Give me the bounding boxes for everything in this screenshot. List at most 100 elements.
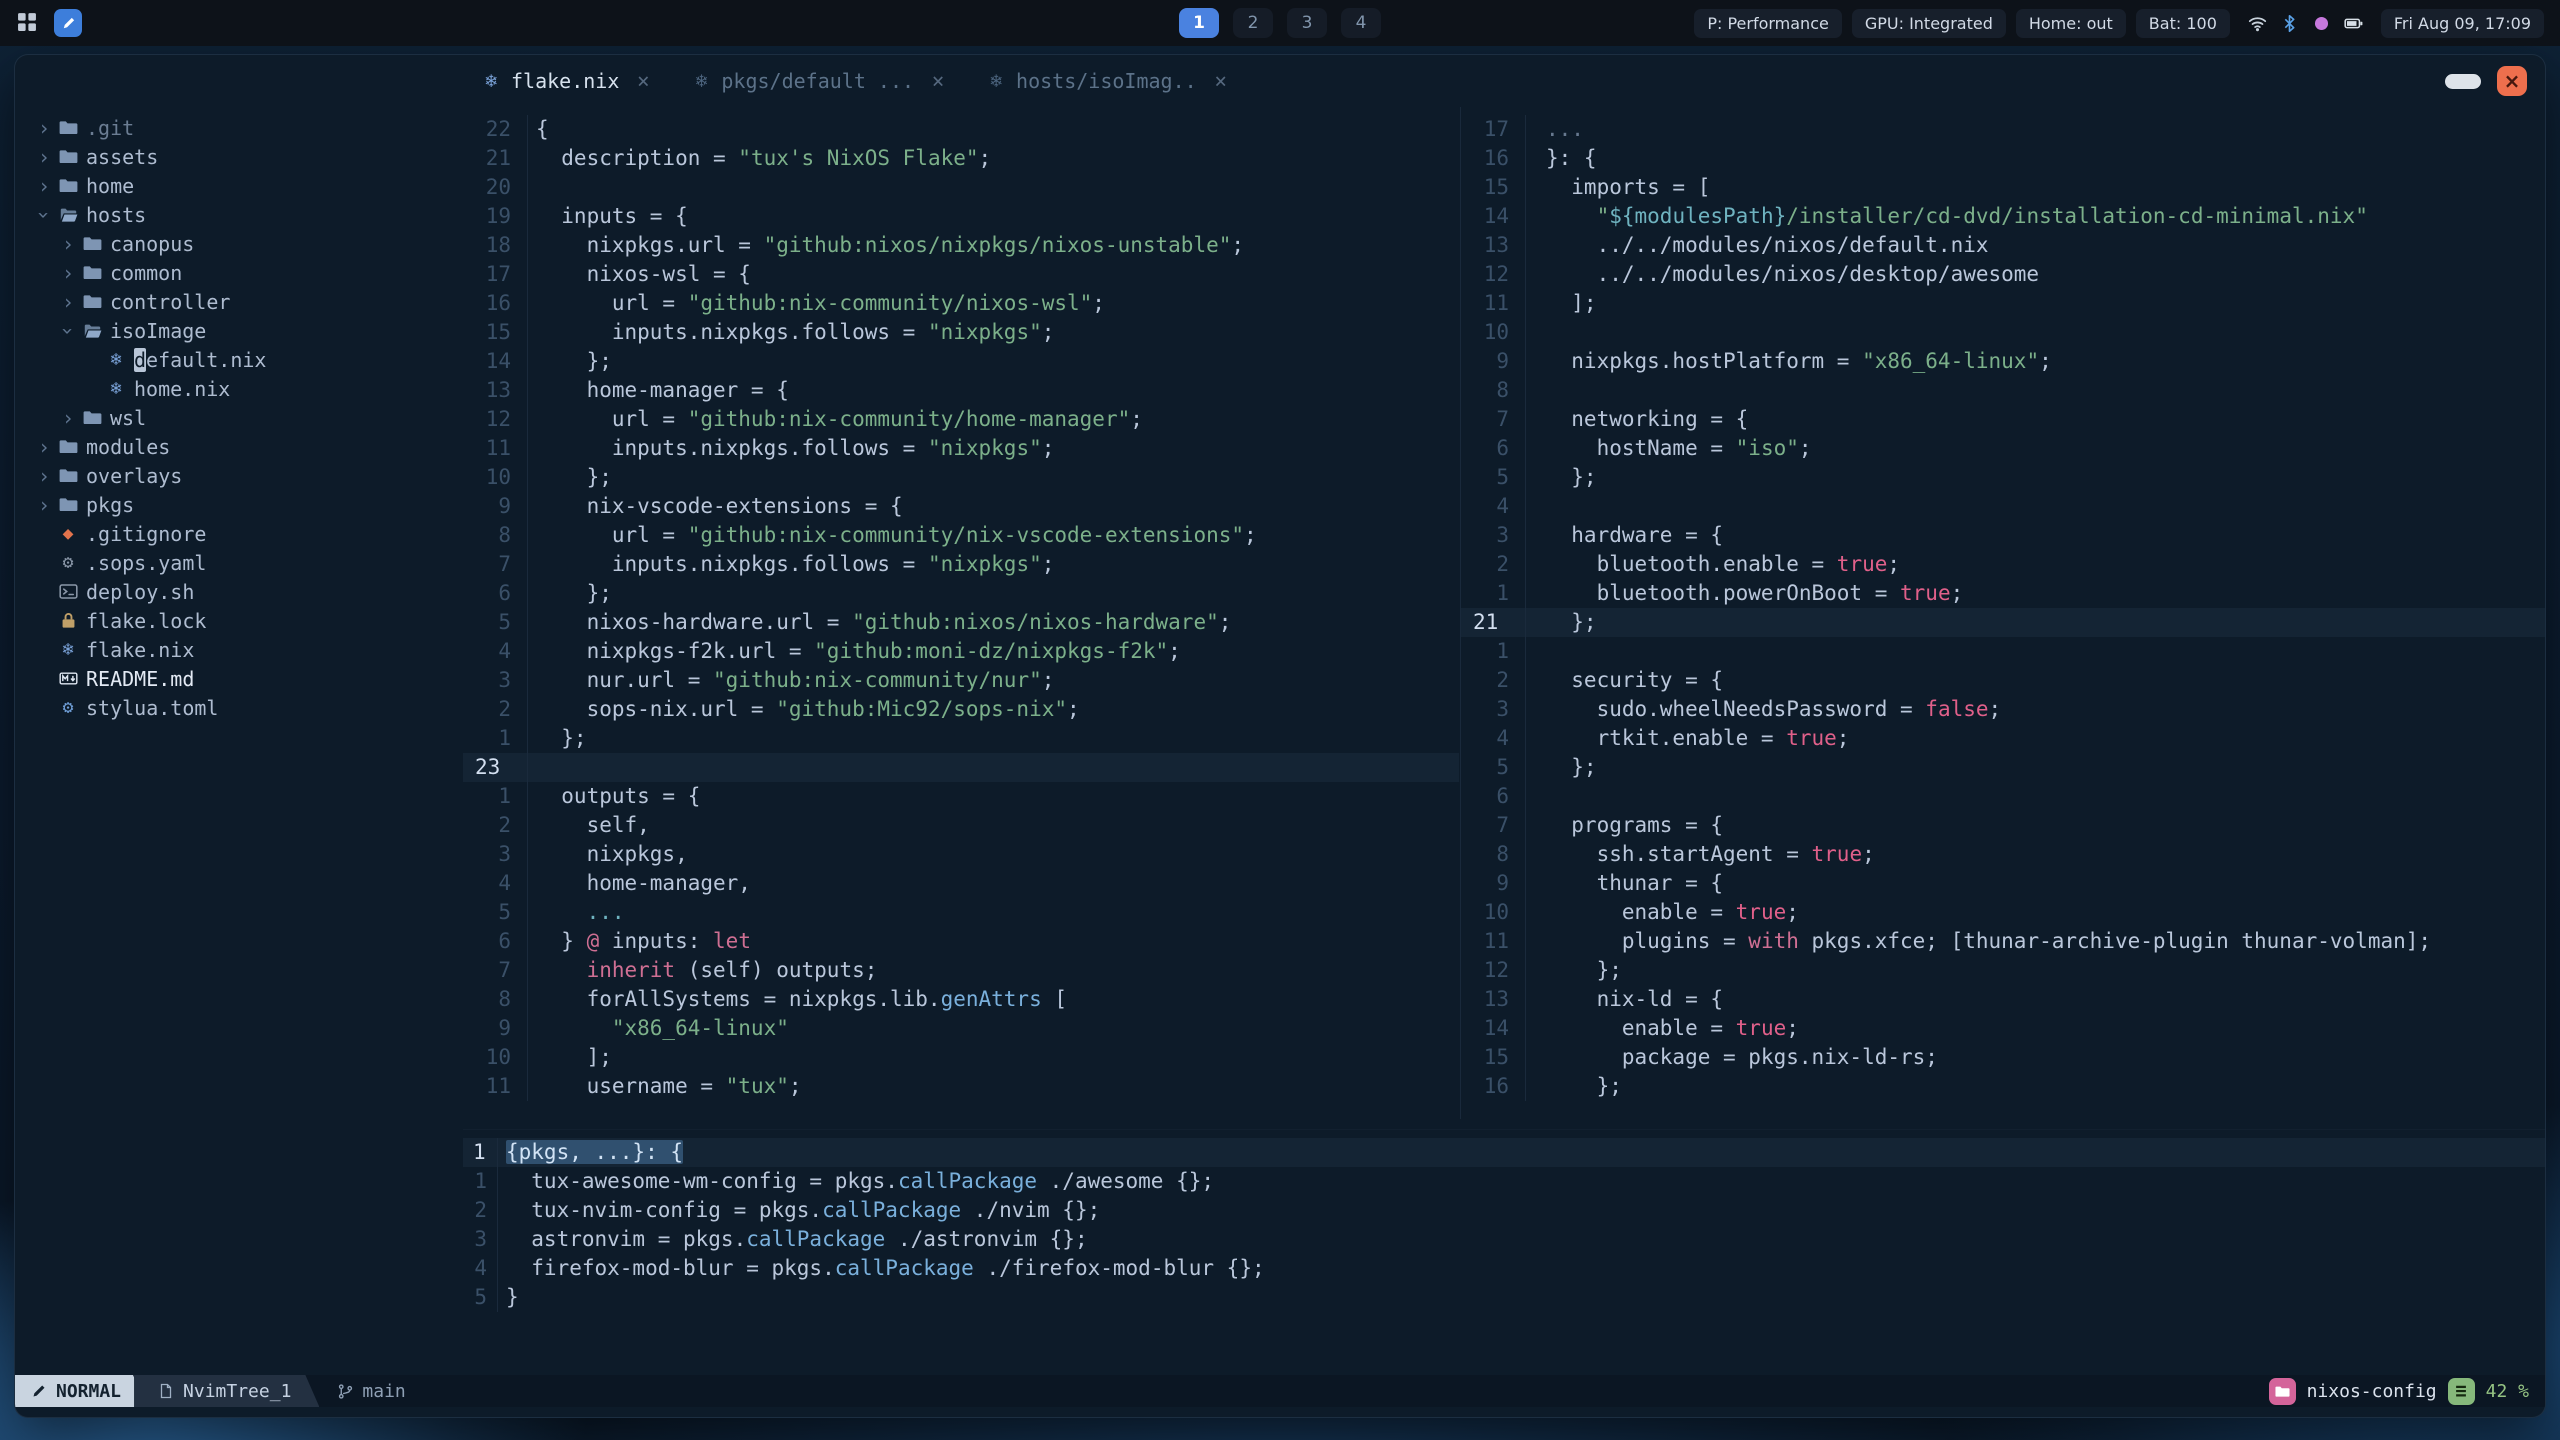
code-line[interactable]: 1 [1461, 637, 2545, 666]
tab-close-icon[interactable]: × [930, 70, 946, 92]
code-line[interactable]: 3 sudo.wheelNeedsPassword = false; [1461, 695, 2545, 724]
code-line[interactable]: 14 enable = true; [1461, 1014, 2545, 1043]
code-line[interactable]: 2 self, [463, 811, 1459, 840]
code-line[interactable]: 14 "${modulesPath}/installer/cd-dvd/inst… [1461, 202, 2545, 231]
tree-item-home-nix[interactable]: ❄ home.nix [15, 374, 463, 403]
tree-item-modules[interactable]: › modules [15, 432, 463, 461]
code-line[interactable]: 10 [1461, 318, 2545, 347]
code-line[interactable]: 15 imports = [ [1461, 173, 2545, 202]
code-line[interactable]: 11 plugins = with pkgs.xfce; [thunar-arc… [1461, 927, 2545, 956]
code-line[interactable]: 3 astronvim = pkgs.callPackage ./astronv… [463, 1225, 2545, 1254]
code-line[interactable]: 1 }; [463, 724, 1459, 753]
code-line[interactable]: 7 inherit (self) outputs; [463, 956, 1459, 985]
clock[interactable]: Fri Aug 09, 17:09 [2380, 8, 2544, 38]
tree-item-wsl[interactable]: › wsl [15, 403, 463, 432]
notes-app-button[interactable] [54, 9, 82, 37]
code-line[interactable]: 19 inputs = { [463, 202, 1459, 231]
code-line[interactable]: 11 ]; [1461, 289, 2545, 318]
code-line[interactable]: 4 firefox-mod-blur = pkgs.callPackage ./… [463, 1254, 2545, 1283]
workspace-button-4[interactable]: 4 [1341, 8, 1381, 38]
code-line[interactable]: 21 description = "tux's NixOS Flake"; [463, 144, 1459, 173]
tree-item-git[interactable]: › .git [15, 113, 463, 142]
tree-item-canopus[interactable]: › canopus [15, 229, 463, 258]
code-line[interactable]: 10 ]; [463, 1043, 1459, 1072]
code-line[interactable]: 3 hardware = { [1461, 521, 2545, 550]
code-line[interactable]: 2 bluetooth.enable = true; [1461, 550, 2545, 579]
code-line[interactable]: 9 nixpkgs.hostPlatform = "x86_64-linux"; [1461, 347, 2545, 376]
code-line[interactable]: 13 home-manager = { [463, 376, 1459, 405]
tab-hosts-isoimag[interactable]: ❄ hosts/isoImag.. × [968, 55, 1247, 107]
tree-item-flake-lock[interactable]: flake.lock [15, 606, 463, 635]
tree-item-default-nix[interactable]: ❄ default.nix [15, 345, 463, 374]
code-line[interactable]: 15 inputs.nixpkgs.follows = "nixpkgs"; [463, 318, 1459, 347]
tab-pkgs-default[interactable]: ❄ pkgs/default ... × [673, 55, 964, 107]
bluetooth-icon[interactable] [2280, 14, 2299, 33]
code-line[interactable]: 17... [1461, 115, 2545, 144]
code-line[interactable]: 6 hostName = "iso"; [1461, 434, 2545, 463]
pane-default[interactable]: 17... 16}: {15 imports = [14 "${modulesPa… [1460, 107, 2545, 1119]
code-line[interactable]: 23 [463, 753, 1459, 782]
code-line[interactable]: 4 nixpkgs-f2k.url = "github:moni-dz/nixp… [463, 637, 1459, 666]
battery-icon[interactable] [2344, 14, 2363, 33]
tree-item-pkgs[interactable]: › pkgs [15, 490, 463, 519]
gpu-module[interactable]: GPU: Integrated [1851, 8, 2006, 38]
pane-flake[interactable]: 22{21 description = "tux's NixOS Flake";… [463, 107, 1459, 1119]
file-tree[interactable]: › .git › assets › home › hosts › canopus › common › c… [15, 107, 463, 1365]
workspace-button-2[interactable]: 2 [1233, 8, 1273, 38]
code-line[interactable]: 4 [1461, 492, 2545, 521]
code-line[interactable]: 1 tux-awesome-wm-config = pkgs.callPacka… [463, 1167, 2545, 1196]
code-line[interactable]: 10 enable = true; [1461, 898, 2545, 927]
code-line[interactable]: 22 { [463, 115, 1459, 144]
code-line[interactable]: 16 }; [1461, 1072, 2545, 1101]
code-line[interactable]: 2 tux-nvim-config = pkgs.callPackage ./n… [463, 1196, 2545, 1225]
code-line[interactable]: 8 forAllSystems = nixpkgs.lib.genAttrs [ [463, 985, 1459, 1014]
code-line[interactable]: 16 url = "github:nix-community/nixos-wsl… [463, 289, 1459, 318]
tree-item-home[interactable]: › home [15, 171, 463, 200]
tree-item-sops-yaml[interactable]: ⚙ .sops.yaml [15, 548, 463, 577]
code-line[interactable]: 9 nix-vscode-extensions = { [463, 492, 1459, 521]
tree-item-common[interactable]: › common [15, 258, 463, 287]
indicator-icon[interactable] [2312, 14, 2331, 33]
code-line[interactable]: 7 inputs.nixpkgs.follows = "nixpkgs"; [463, 550, 1459, 579]
code-line[interactable]: 8 url = "github:nix-community/nix-vscode… [463, 521, 1459, 550]
workspace-button-3[interactable]: 3 [1287, 8, 1327, 38]
tree-item-flake-nix[interactable]: ❄ flake.nix [15, 635, 463, 664]
code-line[interactable]: 5} [463, 1283, 2545, 1312]
tree-item-hosts[interactable]: › hosts [15, 200, 463, 229]
code-line[interactable]: 12 ../../modules/nixos/desktop/awesome [1461, 260, 2545, 289]
code-line[interactable]: 1 outputs = { [463, 782, 1459, 811]
power-profile-module[interactable]: P: Performance [1694, 8, 1842, 38]
code-line[interactable]: 3 nur.url = "github:nix-community/nur"; [463, 666, 1459, 695]
code-line[interactable]: 6 }; [463, 579, 1459, 608]
code-line[interactable]: 5 }; [1461, 463, 2545, 492]
code-line[interactable]: 21 }; [1461, 608, 2545, 637]
code-line[interactable]: 8 [1461, 376, 2545, 405]
tree-item-stylua-toml[interactable]: ⚙ stylua.toml [15, 693, 463, 722]
window-close-button[interactable]: × [2497, 66, 2527, 96]
tree-item-gitignore[interactable]: ◆ .gitignore [15, 519, 463, 548]
code-line[interactable]: 1 {pkgs, ...}: { [463, 1138, 2545, 1167]
code-line[interactable]: 17 nixos-wsl = { [463, 260, 1459, 289]
tree-item-deploy-sh[interactable]: deploy.sh [15, 577, 463, 606]
code-line[interactable]: 20 [463, 173, 1459, 202]
code-line[interactable]: 5 nixos-hardware.url = "github:nixos/nix… [463, 608, 1459, 637]
code-line[interactable]: 9 "x86_64-linux" [463, 1014, 1459, 1043]
code-line[interactable]: 4 rtkit.enable = true; [1461, 724, 2545, 753]
code-line[interactable]: 15 package = pkgs.nix-ld-rs; [1461, 1043, 2545, 1072]
code-line[interactable]: 14 }; [463, 347, 1459, 376]
code-line[interactable]: 8 ssh.startAgent = true; [1461, 840, 2545, 869]
code-line[interactable]: 6 [1461, 782, 2545, 811]
code-line[interactable]: 6 } @ inputs: let [463, 927, 1459, 956]
home-module[interactable]: Home: out [2015, 8, 2126, 38]
code-line[interactable]: 7 networking = { [1461, 405, 2545, 434]
tree-item-assets[interactable]: › assets [15, 142, 463, 171]
code-line[interactable]: 1 bluetooth.powerOnBoot = true; [1461, 579, 2545, 608]
code-line[interactable]: 12 }; [1461, 956, 2545, 985]
tab-close-icon[interactable]: × [1213, 70, 1229, 92]
tree-item-controller[interactable]: › controller [15, 287, 463, 316]
tab-flake-nix[interactable]: ❄ flake.nix × [463, 55, 669, 107]
wifi-icon[interactable] [2248, 14, 2267, 33]
window-toggle-button[interactable] [2445, 73, 2481, 89]
tab-close-icon[interactable]: × [635, 70, 651, 92]
launcher-button[interactable] [16, 11, 38, 36]
